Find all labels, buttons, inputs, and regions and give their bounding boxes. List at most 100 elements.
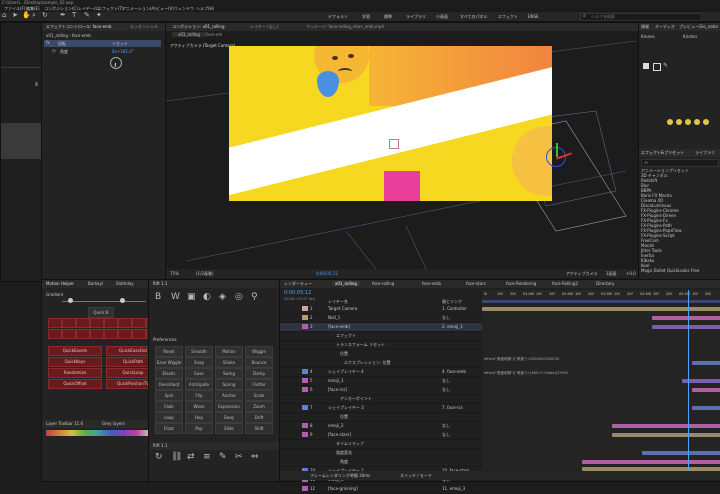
zoom-tool-icon[interactable]: ⌕ [32, 11, 36, 20]
ease-curve-10[interactable] [62, 329, 76, 339]
layer-parent[interactable]: 7. face-rcs [442, 405, 463, 410]
help-search[interactable]: ⌕ ヘルプを検索 [580, 13, 702, 21]
rift-button[interactable]: Bounce [245, 357, 273, 368]
exposure-value[interactable]: +0.0 [626, 271, 636, 276]
workspace-standard[interactable]: 標準 [384, 14, 392, 20]
layer-name[interactable]: タイムリマップ [336, 441, 364, 447]
workspace-effects[interactable]: エフェクト [498, 14, 518, 20]
layer-toolbar-title[interactable]: Layer Toolbar 11.6 [46, 421, 83, 426]
workspace-small[interactable]: 小画面 [436, 14, 448, 20]
layer-name[interactable]: [face-stars] [328, 432, 351, 437]
effect-controls-tab[interactable]: エフェクトコントロール: face-emb [46, 24, 126, 30]
refresh-icon[interactable]: ↻ [155, 452, 163, 462]
layer-name[interactable]: アンカーポイント [340, 396, 372, 402]
pencil-icon[interactable]: ✎ [219, 452, 227, 462]
audio-tab[interactable]: オーディオ [655, 24, 675, 30]
angle-value[interactable]: 0x+185.0° [112, 49, 134, 54]
rift-button[interactable]: Reset [155, 346, 183, 357]
layer-bar[interactable] [642, 451, 720, 455]
transform-gizmo[interactable] [544, 143, 574, 173]
motion-helper-tab[interactable]: Motion Helper [46, 281, 74, 286]
timeline-tab-face-rolling2[interactable]: face-Rolling2 [552, 281, 578, 286]
layer-parent[interactable]: なし [442, 432, 450, 438]
angle-dial[interactable] [110, 57, 122, 69]
rift-button[interactable]: Snap [185, 357, 213, 368]
expression-text-1[interactable]: effect("角度制御")("角度")+200000/2030/30 [484, 357, 559, 362]
layer-name[interactable]: トランスフォーム リセット [336, 342, 385, 348]
brush-tool-icon[interactable]: ✎ [84, 11, 90, 19]
stroke-swatch[interactable] [653, 63, 661, 71]
link-icon[interactable]: ⛓ [171, 452, 182, 462]
workspace-learn[interactable]: 学習 [362, 14, 370, 20]
rift-button[interactable]: Flip [185, 390, 213, 401]
rift-button[interactable]: Wave [185, 401, 213, 412]
comp-canvas[interactable] [229, 46, 552, 201]
layer-row[interactable]: 4 シェイプレイヤー 4 4. face-emb [280, 368, 482, 377]
layer-row[interactable]: アンカーポイント [280, 395, 482, 404]
layer-bar[interactable] [692, 361, 720, 365]
layer-name[interactable]: emoji_1 [328, 378, 344, 383]
rift-tab[interactable]: Rift 1.1 [153, 281, 167, 286]
essential-tab[interactable]: エッセンシャル [130, 24, 158, 30]
barkeyl-tab[interactable]: Barkeyl [88, 281, 103, 286]
layer-name[interactable]: 位置 [340, 414, 348, 420]
layer-row[interactable]: 角度 [280, 458, 482, 467]
layer-parent[interactable]: なし [442, 423, 450, 429]
track-area[interactable]: effect("角度制御")("角度")+200000/2030/30 effe… [482, 290, 720, 471]
slider-handle-right[interactable] [120, 298, 125, 303]
workspace-default[interactable]: デフォルト [328, 14, 348, 20]
ease-curve-5[interactable] [104, 318, 118, 328]
layer-bar[interactable] [652, 325, 720, 329]
layer-row[interactable]: 9 [face-stars] なし [280, 431, 482, 440]
layer-parent[interactable]: なし [442, 315, 450, 321]
rift-button[interactable]: Wiggle [245, 346, 273, 357]
preset-icon-3[interactable] [685, 119, 691, 125]
layer-bar[interactable] [612, 424, 720, 428]
layer-name[interactable]: emoji_2 [328, 423, 344, 428]
ease-curve-14[interactable] [118, 329, 132, 339]
rift-button[interactable]: Elastic [155, 368, 183, 379]
rift-button[interactable]: Damp [245, 368, 273, 379]
hand-tool-icon[interactable]: ✋ [22, 11, 31, 19]
quick-offset-button[interactable]: QuickOffset [48, 379, 102, 389]
effect-row[interactable]: fx 回転 リセット [44, 40, 161, 47]
glo-tab[interactable]: Glo_nator [699, 24, 718, 29]
grey-layers-tab[interactable]: Grey layers [102, 421, 125, 426]
preset-icon-5[interactable] [703, 119, 709, 125]
ease-curve-6[interactable] [118, 318, 132, 328]
label-swatch[interactable] [302, 432, 308, 437]
ease-curve-7[interactable] [132, 318, 146, 328]
ease-curve-1[interactable] [48, 318, 62, 328]
w-icon[interactable]: W [171, 292, 180, 302]
timeline-tab-face-stars[interactable]: face-stars [466, 281, 486, 286]
layer-name[interactable]: シェイプレイヤー 3 [328, 405, 364, 411]
rift-button[interactable]: Smooth [185, 346, 213, 357]
layer-row[interactable]: 3 [face-emb] 2. emoji_1 [280, 323, 482, 332]
rift-button[interactable]: Swing [215, 368, 243, 379]
timeline-tab-face-rendering[interactable]: face-Rendering [506, 281, 536, 286]
layer-bar[interactable] [692, 406, 720, 410]
effects-search[interactable]: ハ [641, 159, 719, 167]
rift-button[interactable]: Spring [215, 379, 243, 390]
b-icon[interactable]: B [155, 292, 161, 302]
font-family-select[interactable]: Krones [641, 34, 655, 39]
layer-row[interactable]: エクスプレッション: 位置 [280, 359, 482, 368]
composition-tab[interactable]: コンポジション: x01_rolling [172, 24, 225, 30]
rift-button[interactable]: Slide [215, 423, 243, 434]
timeline-tab-face-rolling[interactable]: face-rolling [372, 281, 394, 286]
time-ruler[interactable]: 0f 10f 20f 01:00f 10f 20f 02:00f 10f 20f… [482, 290, 720, 300]
rift-button[interactable]: Fade [155, 401, 183, 412]
effects-presets-tab[interactable]: エフェクト&プリセット [641, 150, 684, 156]
workspace-libraries[interactable]: ライブラリ [406, 14, 426, 20]
workspace-allpanels[interactable]: すべてのパネル [460, 14, 488, 20]
timeline-tab-face-emb[interactable]: face-emb [422, 281, 441, 286]
label-swatch[interactable] [302, 405, 308, 410]
menu-icon[interactable]: ≡ [203, 452, 211, 462]
active-camera-select[interactable]: アクティブカメラ [566, 271, 598, 277]
layer-parent[interactable]: なし [442, 378, 450, 384]
layer-parent[interactable]: 2. emoji_1 [442, 324, 463, 329]
render-queue-tab[interactable]: レンダーキュー [284, 281, 312, 287]
timeline-timecode[interactable]: 0;00;05;12 [284, 290, 311, 296]
layer-tab[interactable]: レイヤー (なし) [250, 24, 278, 30]
layer-name[interactable]: シェイプレイヤー 4 [328, 369, 364, 375]
